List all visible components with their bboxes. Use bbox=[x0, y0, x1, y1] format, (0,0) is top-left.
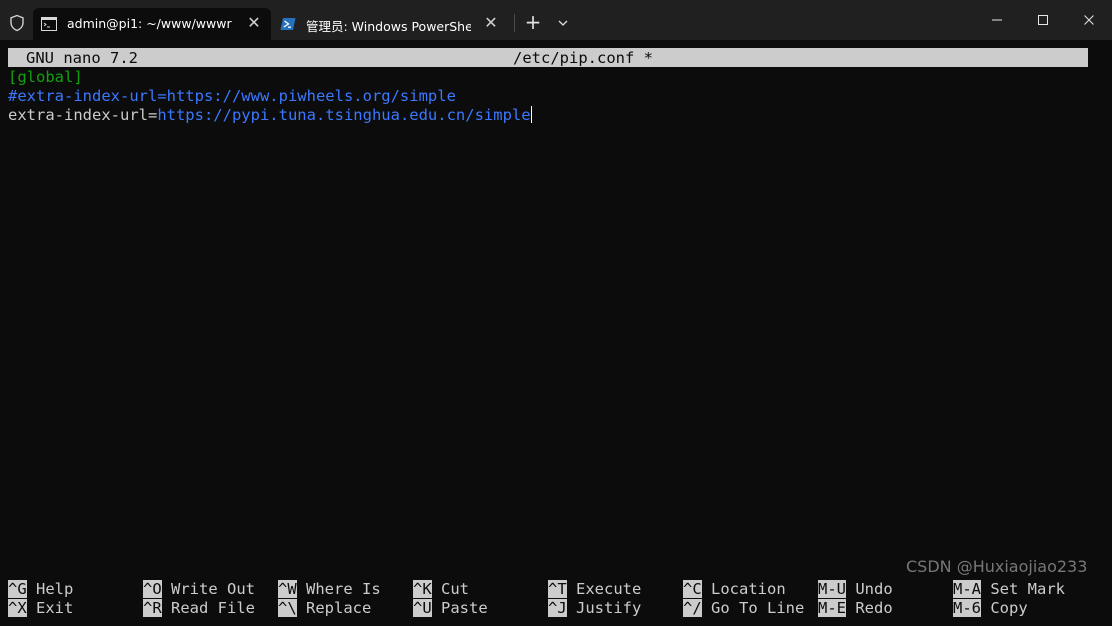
shortcut-key: ^J bbox=[548, 599, 567, 617]
close-tab-button[interactable]: ✕ bbox=[245, 14, 263, 32]
setting-value: https://pypi.tuna.tsinghua.edu.cn/simple bbox=[157, 106, 531, 124]
tab-label: 管理员: Windows PowerShell bbox=[306, 19, 471, 34]
shortcut-go-to-line: ^/ Go To Line bbox=[683, 599, 804, 618]
shortcut-label: Redo bbox=[855, 599, 893, 617]
shortcut-key: M-U bbox=[818, 580, 846, 598]
editor-line-comment[interactable]: #extra-index-url=https://www.piwheels.or… bbox=[8, 87, 456, 106]
shortcut-paste: ^U Paste bbox=[413, 599, 488, 618]
tab-label: admin@pi1: ~/www/wwwroot, bbox=[67, 16, 232, 31]
minimize-icon bbox=[992, 19, 1002, 21]
shortcut-key: M-A bbox=[953, 580, 981, 598]
shortcut-key: ^W bbox=[278, 580, 297, 598]
shortcut-read-file: ^R Read File bbox=[143, 599, 255, 618]
chevron-down-icon[interactable] bbox=[552, 12, 574, 34]
terminal-icon bbox=[41, 17, 57, 31]
shortcut-key: ^/ bbox=[683, 599, 702, 617]
shortcut-help: ^G Help bbox=[8, 580, 73, 599]
shortcut-key: ^G bbox=[8, 580, 27, 598]
shortcut-key: M-6 bbox=[953, 599, 981, 617]
shortcut-execute: ^T Execute bbox=[548, 580, 641, 599]
shortcut-replace: ^\ Replace bbox=[278, 599, 371, 618]
new-tab-button[interactable]: + bbox=[522, 12, 544, 34]
tab-powershell[interactable]: 管理员: Windows PowerShell ✕ bbox=[272, 8, 508, 40]
editor-line-section[interactable]: [global] bbox=[8, 68, 83, 87]
tab-terminal[interactable]: admin@pi1: ~/www/wwwroot, ✕ bbox=[33, 8, 271, 40]
shortcut-set-mark: M-A Set Mark bbox=[953, 580, 1065, 599]
shortcut-write-out: ^O Write Out bbox=[143, 580, 255, 599]
shortcut-key: ^X bbox=[8, 599, 27, 617]
maximize-button[interactable] bbox=[1020, 0, 1066, 40]
close-tab-button[interactable]: ✕ bbox=[482, 14, 500, 32]
shortcut-label: Set Mark bbox=[990, 580, 1065, 598]
shortcut-key: ^R bbox=[143, 599, 162, 617]
setting-key: extra-index-url= bbox=[8, 106, 158, 124]
close-window-button[interactable] bbox=[1066, 0, 1112, 40]
watermark: CSDN @Huxiaojiao233 bbox=[906, 557, 1088, 576]
shortcut-key: ^\ bbox=[278, 599, 297, 617]
shortcut-key: ^O bbox=[143, 580, 162, 598]
shortcut-label: Replace bbox=[306, 599, 372, 617]
nano-header-bar: GNU nano 7.2 /etc/pip.conf * bbox=[8, 48, 1088, 67]
shortcut-label: Justify bbox=[576, 599, 642, 617]
shortcut-label: Exit bbox=[36, 599, 74, 617]
shortcut-label: Read File bbox=[171, 599, 256, 617]
nano-version: GNU nano 7.2 bbox=[26, 49, 138, 67]
shortcut-label: Write Out bbox=[171, 580, 256, 598]
shortcut-label: Where Is bbox=[306, 580, 381, 598]
shortcut-where-is: ^W Where Is bbox=[278, 580, 381, 599]
shortcut-key: ^C bbox=[683, 580, 702, 598]
powershell-icon bbox=[280, 18, 296, 30]
shortcut-justify: ^J Justify bbox=[548, 599, 641, 618]
terminal-area[interactable]: GNU nano 7.2 /etc/pip.conf * [global] #e… bbox=[0, 40, 1112, 626]
shortcut-key: ^T bbox=[548, 580, 567, 598]
shortcut-key: ^K bbox=[413, 580, 432, 598]
tab-divider bbox=[514, 14, 515, 32]
shortcut-label: Location bbox=[711, 580, 786, 598]
shortcut-key: M-E bbox=[818, 599, 846, 617]
shortcut-label: Help bbox=[36, 580, 74, 598]
shortcut-undo: M-U Undo bbox=[818, 580, 893, 599]
shortcut-cut: ^K Cut bbox=[413, 580, 469, 599]
close-icon bbox=[1084, 15, 1094, 25]
shortcut-exit: ^X Exit bbox=[8, 599, 73, 618]
shortcut-label: Execute bbox=[576, 580, 642, 598]
shortcut-copy: M-6 Copy bbox=[953, 599, 1028, 618]
shortcut-key: ^U bbox=[413, 599, 432, 617]
minimize-button[interactable] bbox=[974, 0, 1020, 40]
shortcut-label: Undo bbox=[855, 580, 893, 598]
file-name: /etc/pip.conf * bbox=[513, 49, 653, 67]
shield-icon[interactable] bbox=[8, 14, 26, 32]
editor-line-setting[interactable]: extra-index-url=https://pypi.tuna.tsingh… bbox=[8, 106, 532, 125]
shortcut-label: Copy bbox=[990, 599, 1028, 617]
text-cursor bbox=[530, 106, 532, 123]
maximize-icon bbox=[1038, 15, 1048, 25]
shortcut-label: Cut bbox=[441, 580, 470, 598]
shortcut-location: ^C Location bbox=[683, 580, 786, 599]
shortcut-redo: M-E Redo bbox=[818, 599, 893, 618]
title-bar: admin@pi1: ~/www/wwwroot, ✕ 管理员: Windows… bbox=[0, 0, 1112, 40]
shortcut-label: Go To Line bbox=[711, 599, 805, 617]
shortcut-label: Paste bbox=[441, 599, 488, 617]
